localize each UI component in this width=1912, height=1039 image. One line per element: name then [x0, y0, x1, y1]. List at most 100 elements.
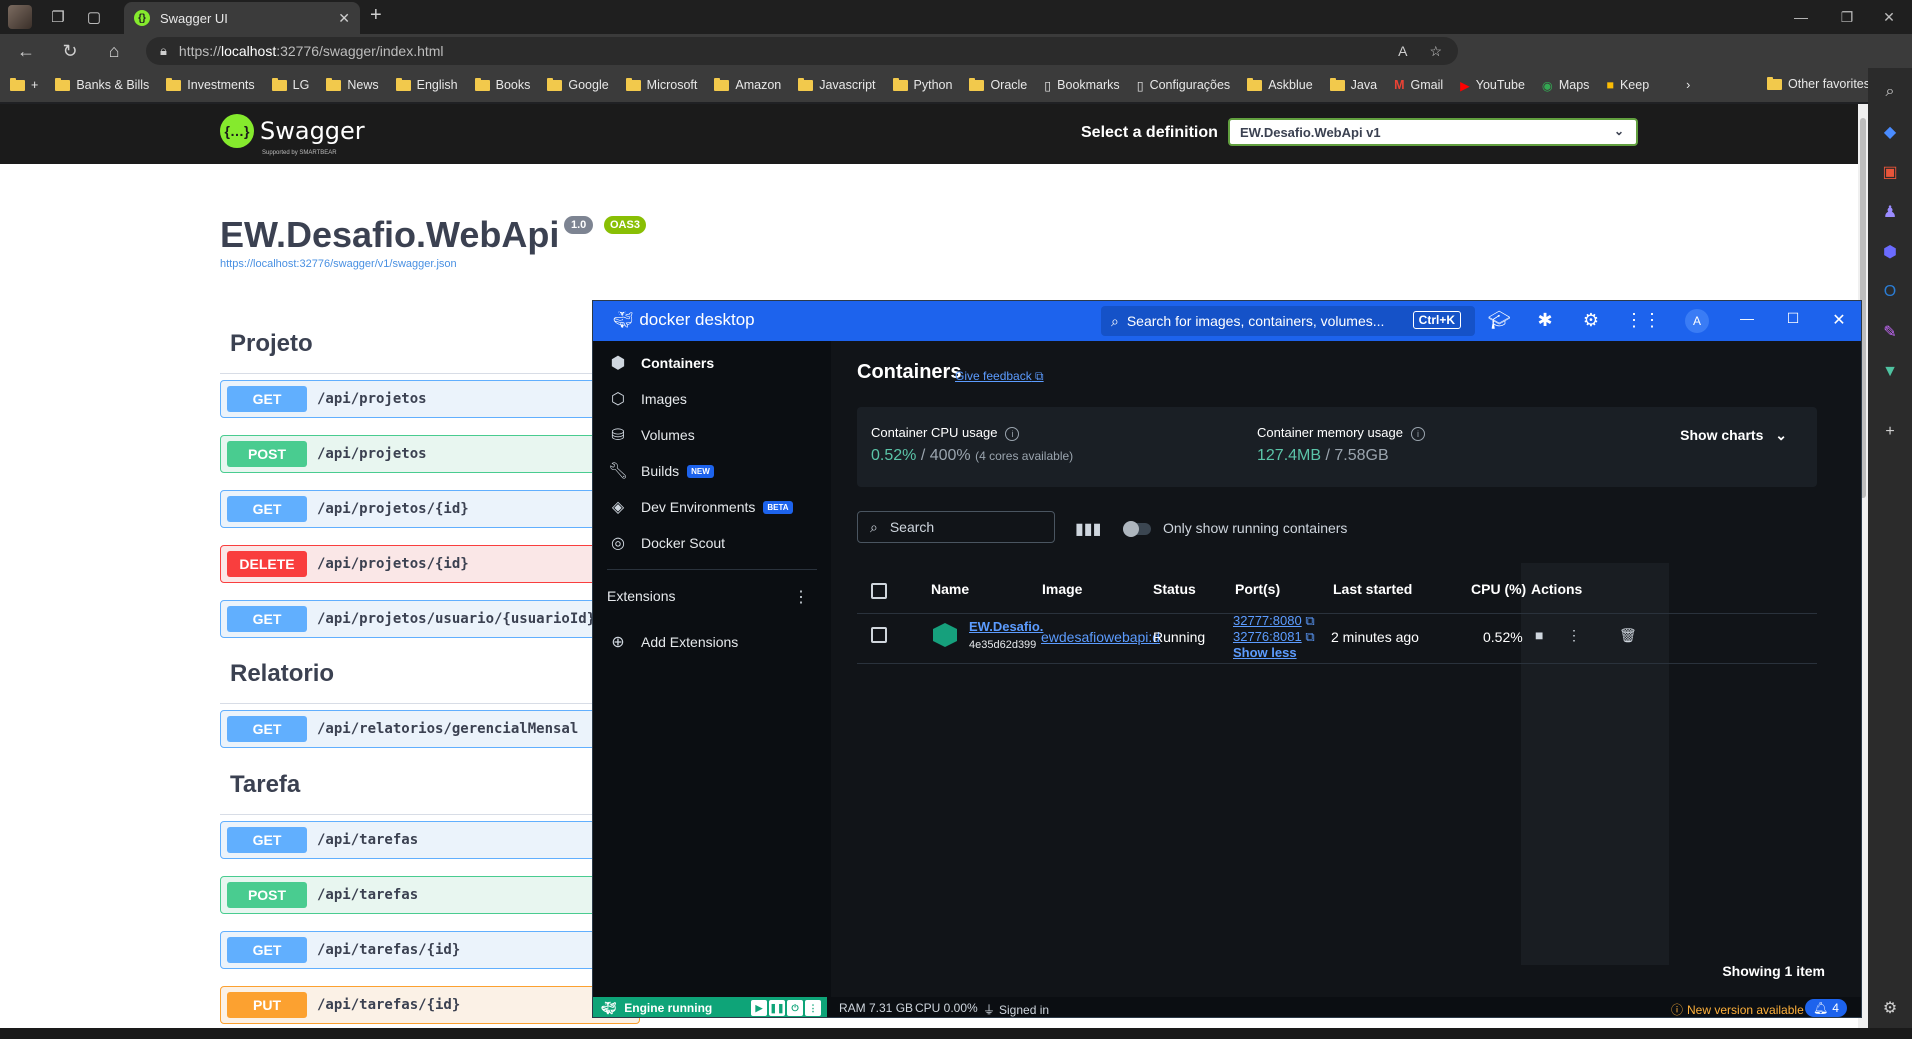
op-row[interactable]: GET/api/projetos/usuario/{usuarioId} — [220, 600, 640, 638]
add-sidebar-app-icon[interactable]: + — [1878, 420, 1902, 444]
op-row[interactable]: GET/api/projetos — [220, 380, 640, 418]
spec-link[interactable]: https://localhost:32776/swagger/v1/swagg… — [220, 258, 457, 270]
account-avatar[interactable]: A — [1685, 309, 1709, 333]
bookmark-item[interactable]: Javascript — [798, 77, 876, 92]
settings-gear-icon[interactable]: ⚙ — [1579, 310, 1603, 331]
columns-icon[interactable]: ▮▮▮ — [1075, 519, 1101, 539]
col-cpu[interactable]: CPU (%) — [1471, 581, 1526, 597]
bookmark-item[interactable]: Microsoft — [625, 77, 697, 92]
bookmark-item[interactable]: Java — [1329, 77, 1377, 92]
op-row[interactable]: GET/api/projetos/{id} — [220, 490, 640, 528]
bookmark-item[interactable]: LG — [271, 77, 309, 92]
engine-more-icon[interactable]: ⋮ — [805, 1000, 821, 1016]
stop-icon[interactable]: ■ — [1535, 627, 1543, 643]
tag-tarefa[interactable]: Tarefa — [230, 771, 300, 799]
minimize-icon[interactable]: — — [1778, 0, 1824, 34]
nav-images[interactable]: ⬡ Images — [607, 387, 687, 411]
delete-trash-icon[interactable]: 🗑︎ — [1619, 627, 1637, 644]
bookmark-item[interactable]: English — [395, 77, 458, 92]
bookmark-item[interactable]: Askblue — [1247, 77, 1313, 92]
bookmark-item[interactable]: Amazon — [714, 77, 781, 92]
containers-search-input[interactable]: ⌕ Search — [857, 511, 1055, 543]
outlook-icon[interactable]: O — [1878, 280, 1902, 304]
notifications-button[interactable]: 🔔︎ 4 — [1805, 999, 1847, 1017]
col-name[interactable]: Name — [931, 581, 969, 597]
signed-in-status[interactable]: ⏚ Signed in — [983, 1001, 1049, 1017]
bookmark-item[interactable]: Python — [892, 77, 952, 92]
bookmark-item[interactable]: ▯ Bookmarks — [1044, 78, 1119, 93]
designer-icon[interactable]: ✎ — [1878, 320, 1902, 344]
port-link-2[interactable]: 32776:8081 ⧉ — [1233, 629, 1315, 645]
bookmark-item[interactable]: Books — [474, 77, 530, 92]
bookmark-item[interactable]: ■ Keep — [1606, 78, 1649, 92]
pause-icon[interactable]: ❚❚ — [769, 1000, 785, 1016]
op-row[interactable]: GET/api/tarefas — [220, 821, 640, 859]
search-icon[interactable]: ⌕ — [1878, 80, 1902, 104]
more-actions-icon[interactable]: ⋮ — [1567, 627, 1581, 644]
tag-relatorio[interactable]: Relatorio — [230, 660, 334, 688]
container-id[interactable]: 4e35d62d399 — [969, 639, 1036, 651]
tools-icon[interactable]: ▣ — [1878, 160, 1902, 184]
info-icon[interactable]: i — [1410, 427, 1425, 441]
engine-status[interactable]: 🐳︎ Engine running ▶ ❚❚ ⏻ ⋮ — [593, 997, 827, 1017]
drop-icon[interactable]: ▼ — [1878, 360, 1902, 384]
bookmark-item[interactable]: Google — [547, 77, 609, 92]
minimize-icon[interactable]: — — [1735, 310, 1759, 326]
show-less-link[interactable]: Show less — [1233, 645, 1297, 660]
lock-icon[interactable]: 🔒︎ — [160, 43, 167, 59]
give-feedback-link[interactable]: Give feedback ⧉ — [955, 369, 1044, 384]
nav-containers[interactable]: ⬢ Containers — [607, 351, 714, 375]
definition-select[interactable]: EW.Desafio.WebApi v1 ⌄ — [1228, 118, 1638, 146]
address-bar[interactable]: 🔒︎ https://localhost:32776/swagger/index… — [146, 37, 1458, 65]
maximize-icon[interactable]: ☐ — [1781, 310, 1805, 327]
port-link-1[interactable]: 32777:8080 ⧉ — [1233, 613, 1315, 629]
bookmark-item[interactable]: M Gmail — [1394, 78, 1443, 92]
bookmarks-overflow-icon[interactable]: › — [1686, 78, 1690, 92]
nav-volumes[interactable]: ⛁ Volumes — [607, 423, 694, 447]
swagger-logo[interactable]: {…} Swagger Supported by SMARTBEAR — [220, 114, 365, 156]
close-icon[interactable]: ✕ — [1827, 310, 1851, 330]
back-icon[interactable]: ← — [4, 34, 48, 68]
show-charts-button[interactable]: Show charts ⌄ — [1680, 427, 1787, 444]
bookmark-item[interactable]: News — [326, 77, 379, 92]
power-icon[interactable]: ⏻ — [787, 1000, 803, 1016]
shopping-tag-icon[interactable]: ◆ — [1878, 120, 1902, 144]
new-tab-icon[interactable]: + — [370, 4, 382, 27]
col-ports[interactable]: Port(s) — [1235, 581, 1280, 597]
op-row[interactable]: GET/api/relatorios/gerencialMensal — [220, 710, 640, 748]
nav-dev-environments[interactable]: ◈ Dev Environments BETA — [607, 495, 793, 519]
bookmark-item[interactable]: ◉ Maps — [1542, 78, 1590, 93]
restore-icon[interactable]: ❐ — [1824, 0, 1870, 34]
row-checkbox[interactable] — [871, 627, 887, 643]
info-icon[interactable]: i — [1005, 427, 1020, 441]
nav-extensions[interactable]: Extensions — [607, 584, 675, 608]
container-image-link[interactable]: ewdesafiowebapi:d — [1041, 629, 1160, 645]
new-version-link[interactable]: ⓘ New version available — [1671, 1001, 1804, 1017]
col-image[interactable]: Image — [1042, 581, 1082, 597]
col-last-started[interactable]: Last started — [1333, 581, 1412, 597]
op-row[interactable]: POST/api/projetos — [220, 435, 640, 473]
nav-builds[interactable]: 🔧︎ Builds NEW — [607, 459, 714, 483]
nav-add-extensions[interactable]: ⊕ Add Extensions — [607, 630, 738, 654]
bookmark-folder-quick[interactable]: + — [10, 77, 38, 92]
col-status[interactable]: Status — [1153, 581, 1196, 597]
favorite-star-icon[interactable]: ☆ — [1429, 43, 1442, 60]
op-row[interactable]: POST/api/tarefas — [220, 876, 640, 914]
tag-projeto[interactable]: Projeto — [230, 330, 313, 358]
op-row[interactable]: DELETE/api/projetos/{id} — [220, 545, 640, 583]
games-icon[interactable]: ♟ — [1878, 200, 1902, 224]
play-pause-icon[interactable]: ▶ — [751, 1000, 767, 1016]
nav-docker-scout[interactable]: ◎ Docker Scout — [607, 531, 725, 555]
workspaces-icon[interactable]: ❐ — [40, 0, 76, 34]
sidebar-settings-icon[interactable]: ⚙ — [1878, 996, 1902, 1020]
op-row[interactable]: PUT/api/tarefas/{id} — [220, 986, 640, 1024]
apps-grid-icon[interactable]: ⋮⋮ — [1625, 310, 1661, 331]
profile-avatar[interactable] — [8, 5, 32, 29]
tab-actions-icon[interactable]: ▢ — [76, 0, 112, 34]
container-name-link[interactable]: EW.Desafio. — [969, 619, 1043, 634]
docker-global-search[interactable]: ⌕ Search for images, containers, volumes… — [1101, 306, 1475, 336]
home-icon[interactable]: ⌂ — [92, 34, 136, 68]
copilot-sidebar-icon[interactable]: ⬢ — [1878, 240, 1902, 264]
other-favorites[interactable]: Other favorites — [1767, 76, 1870, 91]
tab-swagger-ui[interactable]: {} Swagger UI ✕ — [124, 2, 360, 34]
